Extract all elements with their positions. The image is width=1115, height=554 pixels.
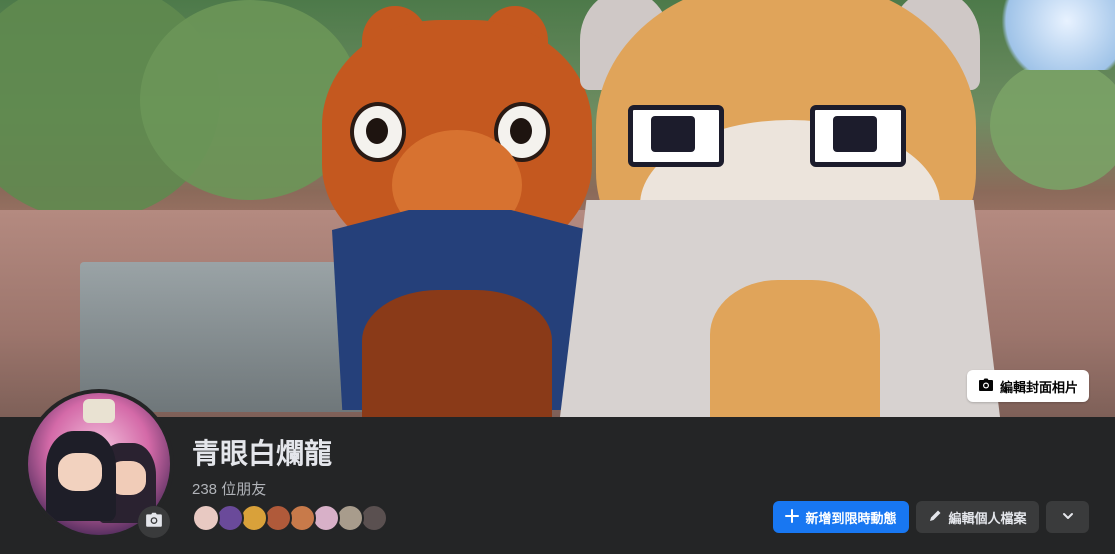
cat-plush [560,0,1000,417]
friend-count-link[interactable]: 238 位朋友 [192,478,266,499]
edit-cover-photo-label: 編輯封面相片 [999,379,1078,395]
plus-icon [785,508,800,526]
camera-icon [145,511,163,534]
friend-avatar[interactable] [192,504,220,532]
friend-avatars-row [192,504,388,532]
friend-avatar[interactable] [216,504,244,532]
avatar-badge [83,399,115,423]
plush-eye [810,105,906,167]
friend-avatar[interactable] [240,504,268,532]
friend-avatar[interactable] [360,504,388,532]
avatar-face [58,453,102,491]
plush-eye [350,102,406,162]
update-profile-picture-button[interactable] [138,506,170,538]
profile-name: 青眼白爛龍 [192,438,333,469]
friend-avatar[interactable] [336,504,364,532]
edit-cover-photo-button[interactable]: 編輯封面相片 [967,370,1089,402]
plush-body [362,290,552,417]
camera-icon [978,377,994,396]
plush-eye [628,105,724,167]
orange-plush [322,6,592,417]
more-options-button[interactable] [1046,501,1089,533]
add-to-story-button[interactable]: 新增到限時動態 [773,501,909,533]
add-to-story-label: 新增到限時動態 [805,510,897,526]
friend-avatar[interactable] [288,504,316,532]
pencil-icon [928,509,942,526]
friend-avatar[interactable] [264,504,292,532]
chevron-down-icon [1061,509,1075,526]
friend-avatar[interactable] [312,504,340,532]
plush-body [710,280,880,417]
cover-photo[interactable]: 編輯封面相片 [0,0,1115,417]
background-tree [990,60,1115,190]
edit-profile-button[interactable]: 編輯個人檔案 [916,501,1039,533]
edit-profile-label: 編輯個人檔案 [948,510,1027,526]
sky [995,0,1115,70]
